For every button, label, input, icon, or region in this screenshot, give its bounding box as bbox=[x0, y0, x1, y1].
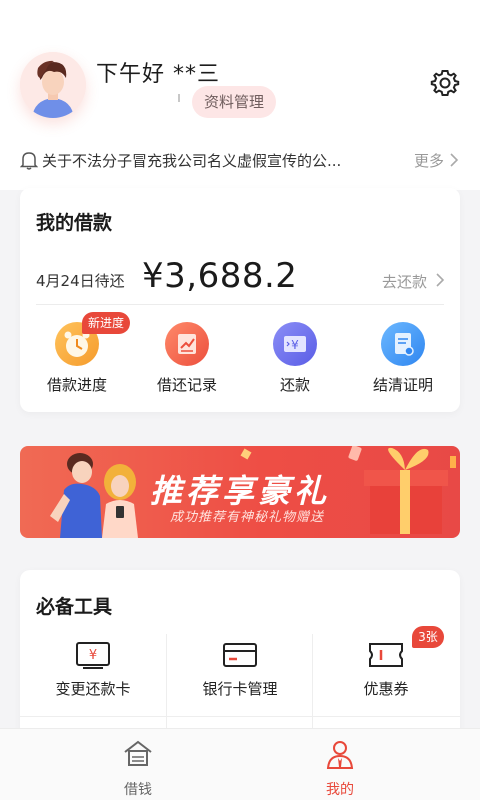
yen-card-icon: ¥ bbox=[273, 322, 317, 366]
record-icon bbox=[165, 322, 209, 366]
profile-manage-button[interactable]: 资料管理 bbox=[192, 86, 276, 118]
banner-subtitle: 成功推荐有神秘礼物赠送 bbox=[170, 510, 325, 525]
loan-progress-label: 借款进度 bbox=[46, 376, 107, 394]
change-repay-card-button[interactable]: ¥ 变更还款卡 bbox=[20, 634, 166, 718]
tab-borrow[interactable]: 借钱 bbox=[78, 739, 198, 799]
chevron-right-icon[interactable] bbox=[434, 272, 446, 288]
more-link[interactable]: 更多 bbox=[414, 150, 444, 171]
repay-link[interactable]: 去还款 bbox=[382, 271, 427, 292]
svg-text:¥: ¥ bbox=[89, 648, 97, 663]
separator-mark bbox=[178, 94, 182, 102]
certificate-icon bbox=[381, 322, 425, 366]
bank-card-manage-button[interactable]: 银行卡管理 bbox=[167, 634, 313, 718]
avatar[interactable] bbox=[20, 52, 86, 118]
loan-records-label: 借还记录 bbox=[156, 376, 217, 394]
bell-icon bbox=[20, 152, 38, 170]
repay-button[interactable]: ¥ 还款 bbox=[240, 322, 350, 395]
bottom-tab-bar: 借钱 我的 bbox=[0, 728, 480, 800]
coupon-icon bbox=[368, 640, 404, 670]
gear-icon[interactable] bbox=[430, 68, 460, 98]
referral-banner[interactable]: 推荐享豪礼 成功推荐有神秘礼物赠送 bbox=[20, 446, 460, 538]
my-loan-card: 我的借款 4月24日待还 ¥3,688.2 去还款 借款进度 新进度 借还记录 bbox=[20, 188, 460, 412]
avatar-illustration-icon bbox=[20, 52, 86, 118]
svg-text:¥: ¥ bbox=[291, 338, 299, 352]
notice-bar[interactable]: 关于不法分子冒充我公司名义虚假宣传的公... 更多 bbox=[0, 143, 480, 177]
notice-text[interactable]: 关于不法分子冒充我公司名义虚假宣传的公... bbox=[42, 150, 341, 171]
new-progress-badge: 新进度 bbox=[82, 312, 130, 334]
due-date-label: 4月24日待还 bbox=[36, 272, 125, 290]
bank-card-manage-label: 银行卡管理 bbox=[202, 680, 278, 698]
settlement-certificate-label: 结清证明 bbox=[372, 376, 433, 394]
coupon-label: 优惠券 bbox=[363, 680, 409, 698]
settlement-certificate-button[interactable]: 结清证明 bbox=[348, 322, 458, 395]
tab-mine-label: 我的 bbox=[326, 782, 354, 798]
tools-card-title: 必备工具 bbox=[36, 596, 113, 618]
person-icon bbox=[326, 741, 354, 769]
loan-card-title: 我的借款 bbox=[36, 212, 113, 234]
greeting-text: 下午好 **三 bbox=[96, 62, 220, 87]
loan-amount: ¥3,688.2 bbox=[142, 256, 298, 296]
repay-label: 还款 bbox=[279, 376, 310, 394]
yen-card-icon: ¥ bbox=[75, 640, 111, 670]
divider bbox=[20, 716, 460, 717]
loan-records-button[interactable]: 借还记录 bbox=[132, 322, 242, 395]
tab-borrow-label: 借钱 bbox=[124, 782, 152, 798]
house-icon bbox=[124, 740, 152, 766]
bank-card-icon bbox=[222, 640, 258, 670]
tab-mine[interactable]: 我的 bbox=[280, 739, 400, 799]
divider bbox=[36, 304, 444, 305]
change-repay-card-label: 变更还款卡 bbox=[55, 680, 131, 698]
chevron-right-icon[interactable] bbox=[448, 152, 460, 168]
coupon-count-badge: 3张 bbox=[412, 626, 444, 648]
